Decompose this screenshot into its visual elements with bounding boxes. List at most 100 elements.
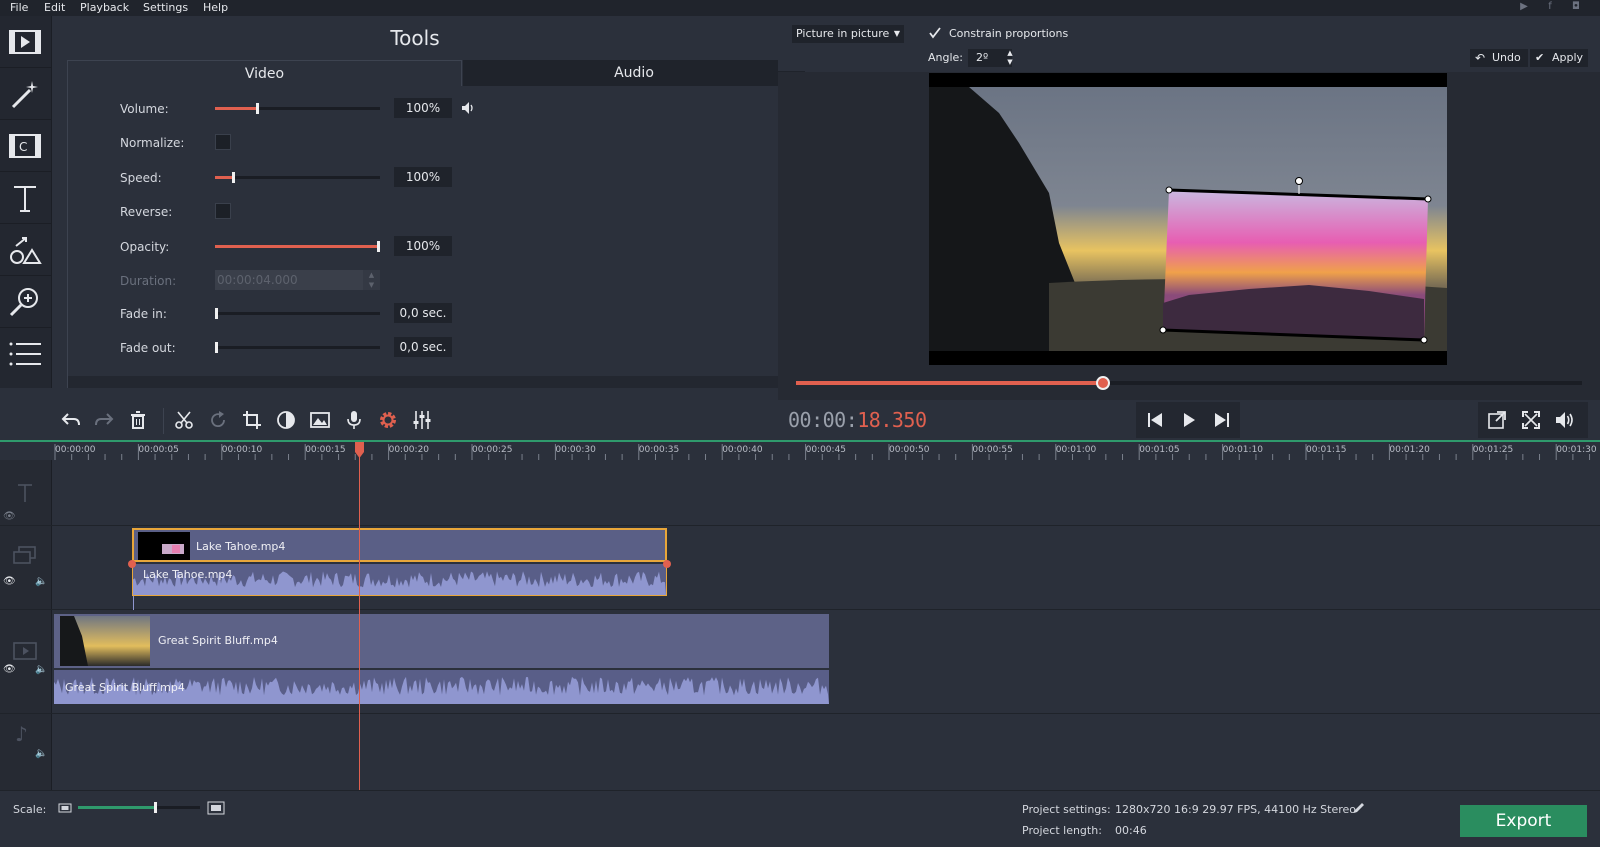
volume-slider[interactable]: [215, 103, 380, 114]
opacity-slider[interactable]: [215, 241, 380, 252]
main-audio-clip[interactable]: Great Spirit Bluff.mp4: [54, 670, 829, 704]
speaker-icon[interactable]: 🔈: [35, 664, 47, 675]
reverse-checkbox[interactable]: [215, 203, 231, 219]
detach-preview-button[interactable]: [1481, 404, 1513, 436]
reverse-label: Reverse:: [120, 205, 173, 219]
redo-action-button[interactable]: [88, 404, 120, 436]
checkmark-icon: [929, 27, 941, 39]
import-media-button[interactable]: [0, 16, 52, 68]
fade-out-value[interactable]: 0,0 sec.: [394, 337, 452, 357]
play-button[interactable]: [1172, 404, 1204, 436]
volume-button[interactable]: [1549, 404, 1581, 436]
scale-slider[interactable]: [78, 802, 200, 813]
track-divider: [0, 525, 1600, 526]
scale-handle[interactable]: [153, 802, 157, 813]
eye-icon[interactable]: 👁: [3, 511, 16, 522]
sliders-icon: [413, 411, 431, 429]
facebook-icon[interactable]: f: [1544, 1, 1556, 13]
ruler-tick-label: 00:00:25: [472, 445, 513, 455]
fade-in-value[interactable]: 0,0 sec.: [394, 303, 452, 323]
crop-button[interactable]: [236, 404, 268, 436]
overlay-link-line: [133, 596, 134, 610]
film-icon: [9, 30, 41, 54]
tab-video[interactable]: Video: [67, 60, 462, 86]
clip-properties-button[interactable]: [372, 404, 404, 436]
tools-panel: Tools Video Audio Volume: 100% Normalize…: [53, 16, 818, 388]
speaker-icon[interactable]: 🔈: [35, 748, 47, 759]
video-properties: Volume: 100% Normalize: Speed: 100% Reve…: [67, 86, 818, 388]
filters-button[interactable]: [0, 68, 52, 120]
vk-icon[interactable]: ◘: [1570, 1, 1582, 13]
fade-out-slider[interactable]: [215, 342, 380, 353]
speed-value[interactable]: 100%: [394, 167, 452, 187]
zoom-in-icon[interactable]: [207, 800, 225, 816]
eye-icon[interactable]: 👁: [3, 576, 16, 587]
project-settings-value: 1280x720 16:9 29.97 FPS, 44100 Hz Stereo: [1115, 803, 1356, 816]
constrain-label: Constrain proportions: [949, 27, 1069, 40]
speaker-icon[interactable]: [460, 100, 476, 116]
playhead-handle[interactable]: [355, 442, 364, 458]
color-adjust-button[interactable]: [270, 404, 302, 436]
volume-label: Volume:: [120, 102, 169, 116]
more-tools-button[interactable]: [0, 328, 52, 380]
youtube-icon[interactable]: ▶: [1518, 1, 1530, 13]
menu-playback[interactable]: Playback: [80, 1, 129, 14]
record-audio-button[interactable]: [338, 404, 370, 436]
ruler-tick-label: 00:01:20: [1389, 445, 1430, 455]
menu-edit[interactable]: Edit: [44, 1, 65, 14]
fade-handle-left[interactable]: [128, 560, 136, 568]
rotate-button[interactable]: [202, 404, 234, 436]
opacity-value[interactable]: 100%: [394, 236, 452, 256]
split-button[interactable]: [168, 404, 200, 436]
image-properties-button[interactable]: [304, 404, 336, 436]
constrain-checkbox[interactable]: [928, 26, 942, 40]
pencil-icon[interactable]: [1352, 801, 1366, 815]
eye-icon[interactable]: 👁: [3, 664, 16, 675]
fade-in-slider[interactable]: [215, 308, 380, 319]
delete-button[interactable]: [122, 404, 154, 436]
speaker-icon[interactable]: 🔈: [35, 576, 47, 587]
next-frame-button[interactable]: [1206, 404, 1238, 436]
video-track-icon: [13, 642, 37, 660]
duration-field: 00:00:04.000: [215, 270, 363, 290]
normalize-checkbox[interactable]: [215, 134, 231, 150]
seekbar-progress: [796, 381, 1103, 385]
overlay-video-clip[interactable]: Lake Tahoe.mp4: [132, 528, 667, 562]
zoom-button[interactable]: [0, 276, 52, 328]
ruler-tick-label: 00:00:20: [388, 445, 430, 455]
titles-button[interactable]: [0, 172, 52, 224]
fade-handle-right[interactable]: [663, 560, 671, 568]
equalizer-button[interactable]: [406, 404, 438, 436]
preview-seekbar-area: [778, 368, 1600, 400]
stickers-button[interactable]: [0, 224, 52, 276]
apply-button[interactable]: ✔ Apply: [1530, 49, 1588, 67]
collapsed-section[interactable]: [68, 376, 808, 388]
preview-seekbar[interactable]: [796, 376, 1582, 390]
volume-value[interactable]: 100%: [394, 98, 452, 118]
undo-action-button[interactable]: [55, 404, 87, 436]
export-button[interactable]: Export: [1460, 805, 1587, 837]
ruler-labels: 00:00:00 00:00:05 00:00:10 00:00:15 00:00:20…: [0, 442, 1600, 460]
tab-audio[interactable]: Audio: [463, 60, 805, 86]
seekbar-handle[interactable]: [1095, 376, 1110, 390]
undo-button[interactable]: ↶ Undo: [1470, 49, 1528, 67]
gear-icon: [380, 412, 396, 428]
video-preview[interactable]: [778, 72, 1600, 368]
angle-stepper[interactable]: ▲ ▼: [1004, 49, 1016, 67]
main-video-clip[interactable]: Great Spirit Bluff.mp4: [54, 614, 829, 668]
timeline-ruler[interactable]: 00:00:00 00:00:05 00:00:10 00:00:15 00:00:20…: [0, 440, 1600, 460]
previous-frame-button[interactable]: [1139, 404, 1171, 436]
overlay-mode-select[interactable]: Picture in picture ▼: [792, 25, 904, 43]
menu-settings[interactable]: Settings: [143, 1, 188, 14]
fullscreen-button[interactable]: [1515, 404, 1547, 436]
preview-frame[interactable]: [929, 73, 1447, 365]
menu-help[interactable]: Help: [203, 1, 228, 14]
overlay-audio-clip[interactable]: Lake Tahoe.mp4: [132, 564, 667, 596]
music-track-header: ♪ 🔈: [0, 714, 52, 790]
overlay-mode-value: Picture in picture: [796, 27, 890, 40]
speed-slider[interactable]: [215, 172, 380, 183]
ruler-tick-label: 00:01:15: [1306, 445, 1347, 455]
zoom-out-icon[interactable]: [58, 802, 72, 814]
menu-file[interactable]: File: [10, 1, 28, 14]
transitions-button[interactable]: C: [0, 120, 52, 172]
